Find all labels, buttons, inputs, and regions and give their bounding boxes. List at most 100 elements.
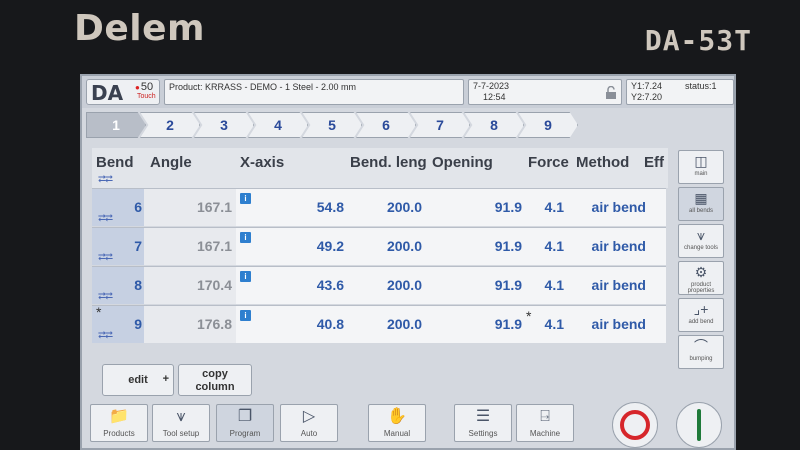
step-tab-8[interactable]: 8 xyxy=(464,112,524,138)
copy-column-button[interactable]: copy column xyxy=(178,364,252,396)
start-button[interactable] xyxy=(676,402,722,448)
info-icon[interactable]: i xyxy=(240,193,251,204)
stop-button[interactable] xyxy=(612,402,658,448)
bend-length-value[interactable]: 200.0 xyxy=(362,199,422,215)
step-tab-1[interactable]: 1 xyxy=(86,112,146,138)
col-header-angle[interactable]: Angle xyxy=(150,154,192,171)
table-row[interactable]: 7 ⮂⮂ 167.1 i 49.2 200.0 91.9 4.1 air ben… xyxy=(92,227,666,265)
axis-position-box: Y1:7.24 Y2:7.20 status:1 xyxy=(626,79,734,105)
nav-tool-setup[interactable]: ⩛ Tool setup xyxy=(152,404,210,442)
modified-marker: * xyxy=(526,308,532,324)
product-info[interactable]: Product: KRRASS - DEMO - 1 Steel - 2.00 … xyxy=(164,79,464,105)
opening-value[interactable]: 91.9 xyxy=(462,238,522,254)
add-bend-button[interactable]: ⌟+ add bend xyxy=(678,298,724,332)
modified-marker: * xyxy=(96,304,102,320)
force-value[interactable]: 4.1 xyxy=(534,277,564,293)
tool-icon: ⩛ xyxy=(176,408,186,425)
chain-link-icon: ⮂⮂ xyxy=(98,174,113,185)
add-bend-icon: ⌟+ xyxy=(693,301,709,317)
step-tab-9[interactable]: 9 xyxy=(518,112,578,138)
main-view-label: main xyxy=(694,171,708,177)
main-view-button[interactable]: ◫ main xyxy=(678,150,724,184)
x-axis-value[interactable]: 49.2 xyxy=(284,238,344,254)
edit-label: edit xyxy=(128,374,148,386)
bend-length-value[interactable]: 200.0 xyxy=(362,277,422,293)
settings-list-icon: ☰ xyxy=(475,408,491,425)
nav-machine[interactable]: ⍈ Machine xyxy=(516,404,574,442)
nav-settings[interactable]: ☰ Settings xyxy=(454,404,512,442)
chain-link-icon: ⮂⮂ xyxy=(98,330,113,341)
col-header-bend[interactable]: Bend xyxy=(96,154,134,171)
opening-value[interactable]: 91.9 xyxy=(462,277,522,293)
x-axis-value[interactable]: 54.8 xyxy=(284,199,344,215)
chain-link-icon: ⮂⮂ xyxy=(98,291,113,302)
force-value[interactable]: 4.1 xyxy=(534,199,564,215)
col-header-eff[interactable]: Eff xyxy=(644,154,664,171)
col-header-x-axis[interactable]: X-axis xyxy=(240,154,284,171)
col-header-opening[interactable]: Opening xyxy=(432,154,493,171)
copy-column-label-line1: copy xyxy=(202,368,228,380)
method-value[interactable]: air bend xyxy=(566,277,646,293)
unlock-icon[interactable] xyxy=(605,86,617,100)
bottom-navigation: 📁 Products ⩛ Tool setup ❐ Program ▷ Auto… xyxy=(82,402,734,448)
nav-auto[interactable]: ▷ Auto xyxy=(280,404,338,442)
nav-manual[interactable]: ✋ Manual xyxy=(368,404,426,442)
bend-length-value[interactable]: 200.0 xyxy=(362,316,422,332)
nav-machine-label: Machine xyxy=(529,429,561,438)
info-icon[interactable]: i xyxy=(240,271,251,282)
nav-products[interactable]: 📁 Products xyxy=(90,404,148,442)
chain-link-icon: ⮂⮂ xyxy=(98,252,113,263)
method-value[interactable]: air bend xyxy=(566,199,646,215)
edit-button[interactable]: edit + xyxy=(102,364,174,396)
col-header-bend-length[interactable]: Bend. leng xyxy=(350,154,427,171)
change-tools-button[interactable]: ⩛ change tools xyxy=(678,224,724,258)
opening-value[interactable]: 91.9 xyxy=(462,199,522,215)
change-tools-label: change tools xyxy=(683,245,719,251)
step-tab-6[interactable]: 6 xyxy=(356,112,416,138)
step-tab-5[interactable]: 5 xyxy=(302,112,362,138)
product-properties-label: product properties xyxy=(687,282,715,294)
col-header-force[interactable]: Force xyxy=(528,154,569,171)
all-bends-label: all bends xyxy=(688,208,714,214)
play-icon: ▷ xyxy=(302,408,316,425)
table-row[interactable]: * 9 ⮂⮂ 176.8 i 40.8 200.0 91.9 * 4.1 air… xyxy=(92,304,666,343)
method-value[interactable]: air bend xyxy=(566,316,646,332)
time-text: 12:54 xyxy=(483,92,506,102)
bend-length-value[interactable]: 200.0 xyxy=(362,238,422,254)
angle-value[interactable]: 167.1 xyxy=(162,238,232,254)
folder-icon: 📁 xyxy=(109,408,129,425)
x-axis-value[interactable]: 40.8 xyxy=(284,316,344,332)
method-value[interactable]: air bend xyxy=(566,238,646,254)
nav-program[interactable]: ❐ Program xyxy=(216,404,274,442)
col-header-method[interactable]: Method xyxy=(576,154,629,171)
plus-icon: + xyxy=(162,373,169,385)
add-bend-label: add bend xyxy=(688,319,714,325)
control-screen: DA 50 Touch Product: KRRASS - DEMO - 1 S… xyxy=(80,74,736,450)
step-tab-3[interactable]: 3 xyxy=(194,112,254,138)
all-bends-button[interactable]: ▦ all bends xyxy=(678,187,724,221)
bend-step-bar: 1 2 3 4 5 6 7 8 9 xyxy=(86,112,578,138)
step-tab-7[interactable]: 7 xyxy=(410,112,470,138)
product-properties-button[interactable]: ⚙ product properties xyxy=(678,261,724,295)
machine-door-icon: ⍈ xyxy=(540,408,550,425)
angle-value[interactable]: 170.4 xyxy=(162,277,232,293)
nav-program-label: Program xyxy=(229,429,261,438)
date-text: 7-7-2023 xyxy=(473,81,510,91)
nav-manual-label: Manual xyxy=(383,429,411,438)
x-axis-value[interactable]: 43.6 xyxy=(284,277,344,293)
opening-value[interactable]: 91.9 xyxy=(462,316,522,332)
header-bar: DA 50 Touch Product: KRRASS - DEMO - 1 S… xyxy=(82,76,734,108)
force-value[interactable]: 4.1 xyxy=(534,316,564,332)
table-row[interactable]: 6 ⮂⮂ 167.1 i 54.8 200.0 91.9 4.1 air ben… xyxy=(92,188,666,226)
step-tab-2[interactable]: 2 xyxy=(140,112,200,138)
info-icon[interactable]: i xyxy=(240,232,251,243)
info-icon[interactable]: i xyxy=(240,310,251,321)
step-tab-4[interactable]: 4 xyxy=(248,112,308,138)
bumping-button[interactable]: ⌒ bumping xyxy=(678,335,724,369)
table-header: Bend Angle X-axis Bend. leng Opening For… xyxy=(92,148,668,188)
force-value[interactable]: 4.1 xyxy=(534,238,564,254)
logo-number: 50 xyxy=(135,81,153,93)
angle-value[interactable]: 176.8 xyxy=(162,316,232,332)
table-row[interactable]: 8 ⮂⮂ 170.4 i 43.6 200.0 91.9 4.1 air ben… xyxy=(92,266,666,304)
angle-value[interactable]: 167.1 xyxy=(162,199,232,215)
